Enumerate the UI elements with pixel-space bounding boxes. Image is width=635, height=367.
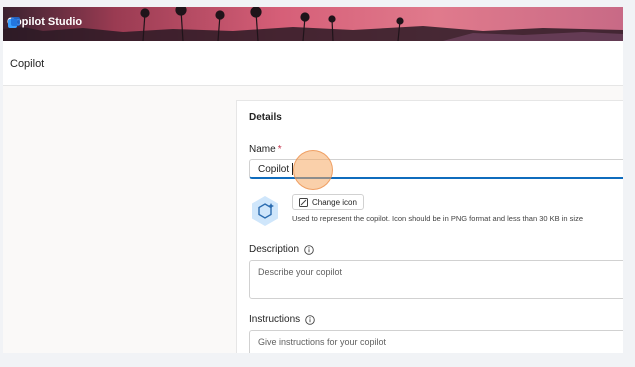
- breadcrumb: Copilot: [10, 58, 45, 70]
- icon-hint-text: Used to represent the copilot. Icon shou…: [292, 214, 583, 223]
- info-icon[interactable]: [305, 314, 315, 325]
- details-panel: Details Name * Copilot Change icon Used …: [236, 100, 623, 353]
- change-icon-icon: [299, 197, 308, 207]
- instructions-placeholder: Give instructions for your copilot: [258, 337, 387, 347]
- info-icon[interactable]: [304, 244, 314, 255]
- name-label: Name *: [249, 144, 282, 155]
- description-label: Description: [249, 244, 314, 255]
- window-edge: [623, 7, 635, 353]
- brand[interactable]: Copilot Studio: [7, 16, 82, 28]
- copilot-studio-logo-icon: [8, 17, 20, 28]
- required-mark: *: [277, 144, 282, 155]
- description-textarea[interactable]: Describe your copilot: [249, 260, 623, 299]
- description-placeholder: Describe your copilot: [258, 267, 343, 277]
- copilot-hexagon-icon: [252, 196, 278, 226]
- instructions-textarea[interactable]: Give instructions for your copilot: [249, 330, 623, 353]
- header-banner: Copilot Studio: [3, 7, 623, 41]
- name-input-value: Copilot: [258, 164, 290, 175]
- palm-silhouette-icon: [3, 7, 623, 41]
- main-content: Details Name * Copilot Change icon Used …: [3, 86, 623, 353]
- instructions-label: Instructions: [249, 314, 315, 325]
- section-title: Details: [249, 112, 282, 123]
- page-header: Copilot: [3, 41, 623, 86]
- cursor-highlight: [293, 150, 333, 190]
- change-icon-button[interactable]: Change icon: [292, 194, 364, 210]
